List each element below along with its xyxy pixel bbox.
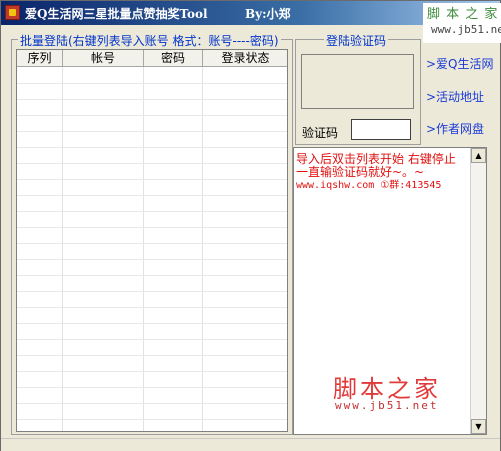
captcha-group: 登陆验证码 验证码	[295, 32, 421, 145]
grid-line	[17, 307, 287, 308]
grid-line	[62, 67, 63, 431]
window-title: 爱Q生活网三星批量点赞抽奖Tool	[25, 7, 208, 21]
grid-line	[17, 371, 287, 372]
column-header-account[interactable]: 帐号	[63, 50, 144, 67]
grid-line	[17, 195, 287, 196]
grid-line	[17, 131, 287, 132]
app-icon	[5, 5, 20, 20]
grid-line	[17, 323, 287, 324]
status-strip	[1, 438, 500, 451]
grid-line	[17, 115, 287, 116]
grid-line	[17, 227, 287, 228]
column-header-password[interactable]: 密码	[144, 50, 203, 67]
grid-line	[17, 339, 287, 340]
batch-login-label: 批量登陆(右键列表导入账号 格式：账号----密码)	[18, 32, 281, 49]
watermark-bottom-url: www.jb51.net	[335, 399, 439, 412]
watermark-top-cn: 脚 本 之 家	[427, 7, 499, 22]
grid-line	[202, 67, 203, 431]
column-header-status[interactable]: 登录状态	[203, 50, 287, 67]
grid-line	[17, 211, 287, 212]
log-line-3: www.iqshw.com ①群:413545	[296, 180, 442, 191]
grid-line	[17, 99, 287, 100]
captcha-image[interactable]	[301, 54, 414, 109]
grid-line	[143, 67, 144, 431]
account-list[interactable]: 序列 帐号 密码 登录状态	[16, 49, 288, 432]
window-author: By:小郑	[245, 7, 291, 21]
grid-line	[17, 147, 287, 148]
watermark-top-url: www.jb51.net	[431, 23, 501, 36]
link-netdisk[interactable]: >作者网盘	[426, 120, 484, 137]
grid-line	[17, 83, 287, 84]
watermark-top: 脚 本 之 家 www.jb51.net	[423, 3, 501, 43]
link-site[interactable]: >爱Q生活网	[426, 55, 494, 72]
grid-line	[17, 243, 287, 244]
grid-line	[17, 355, 287, 356]
grid-line	[17, 275, 287, 276]
watermark-bottom: 脚本之家 www.jb51.net	[333, 369, 441, 412]
captcha-input[interactable]	[351, 119, 411, 140]
log-scrollbar[interactable]: ▲ ▼	[470, 148, 486, 434]
column-header-index[interactable]: 序列	[17, 50, 63, 67]
link-activity[interactable]: >活动地址	[426, 88, 484, 105]
grid-line	[17, 387, 287, 388]
grid-line	[17, 259, 287, 260]
scroll-down-arrow-icon[interactable]: ▼	[471, 419, 486, 434]
grid-line	[17, 163, 287, 164]
captcha-input-label: 验证码	[302, 126, 339, 140]
grid-line	[17, 291, 287, 292]
scroll-up-arrow-icon[interactable]: ▲	[471, 148, 486, 163]
grid-line	[17, 179, 287, 180]
captcha-group-label: 登陆验证码	[324, 32, 389, 49]
grid-line	[17, 419, 287, 420]
batch-login-group: 批量登陆(右键列表导入账号 格式：账号----密码) 序列 帐号 密码 登录状态	[11, 32, 293, 435]
app-window: 爱Q生活网三星批量点赞抽奖Tool By:小郑 脚 本 之 家 www.jb51…	[0, 0, 501, 451]
grid-line	[17, 403, 287, 404]
